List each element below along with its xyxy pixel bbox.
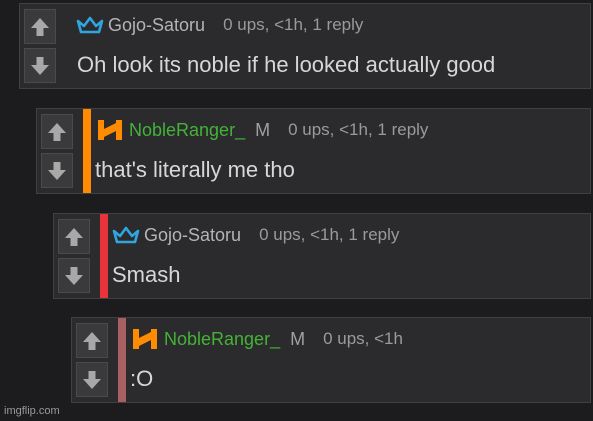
arrow-up-icon — [83, 331, 101, 350]
upvote-button[interactable] — [41, 114, 73, 149]
comment-meta: 0 ups, <1h, 1 reply — [259, 225, 400, 244]
arrow-down-icon — [83, 370, 101, 389]
username-link[interactable]: NobleRanger_ — [164, 329, 280, 350]
thread-color-bar — [118, 318, 126, 402]
comment-meta: 0 ups, <1h — [323, 329, 403, 348]
noble-logo-icon — [130, 327, 160, 351]
downvote-button[interactable] — [24, 48, 56, 83]
upvote-button[interactable] — [58, 219, 90, 254]
comment: NobleRanger_ M 0 ups, <1h :O — [71, 317, 591, 403]
moderator-badge: M — [255, 119, 271, 140]
comment-body: Smash — [112, 262, 181, 287]
comment: Gojo-Satoru 0 ups, <1h, 1 reply Smash — [53, 213, 591, 299]
comment: Gojo-Satoru 0 ups, <1h, 1 reply Oh look … — [19, 3, 591, 89]
comment: NobleRanger_ M 0 ups, <1h, 1 reply that'… — [36, 108, 591, 194]
thread-color-bar — [100, 214, 108, 298]
username-link[interactable]: NobleRanger_ — [129, 120, 245, 141]
crown-icon — [112, 225, 140, 245]
imgflip-watermark: imgflip.com — [4, 405, 60, 417]
comment-header: NobleRanger_ M 0 ups, <1h, 1 reply — [95, 117, 428, 143]
upvote-button[interactable] — [76, 323, 108, 358]
username-link[interactable]: Gojo-Satoru — [108, 15, 205, 36]
arrow-up-icon — [48, 122, 66, 141]
comment-body: that's literally me tho — [95, 157, 295, 182]
moderator-badge: M — [290, 328, 306, 349]
username-link[interactable]: Gojo-Satoru — [144, 225, 241, 246]
arrow-down-icon — [48, 161, 66, 180]
vote-controls — [37, 109, 77, 193]
upvote-button[interactable] — [24, 9, 56, 44]
comment-header: Gojo-Satoru 0 ups, <1h, 1 reply — [112, 222, 399, 248]
arrow-up-icon — [65, 227, 83, 246]
vote-controls — [20, 4, 60, 88]
crown-icon — [76, 15, 104, 35]
downvote-button[interactable] — [58, 258, 90, 293]
comment-body: Oh look its noble if he looked actually … — [77, 52, 496, 77]
downvote-button[interactable] — [76, 362, 108, 397]
noble-logo-icon — [95, 118, 125, 142]
comment-meta: 0 ups, <1h, 1 reply — [288, 120, 429, 139]
thread-color-bar — [83, 109, 91, 193]
vote-controls — [72, 318, 112, 402]
downvote-button[interactable] — [41, 153, 73, 188]
comment-meta: 0 ups, <1h, 1 reply — [223, 15, 364, 34]
comment-body: :O — [130, 366, 154, 391]
arrow-down-icon — [65, 266, 83, 285]
arrow-up-icon — [31, 17, 49, 36]
comment-header: NobleRanger_ M 0 ups, <1h — [130, 326, 403, 352]
comment-header: Gojo-Satoru 0 ups, <1h, 1 reply — [76, 12, 363, 38]
arrow-down-icon — [31, 56, 49, 75]
vote-controls — [54, 214, 94, 298]
